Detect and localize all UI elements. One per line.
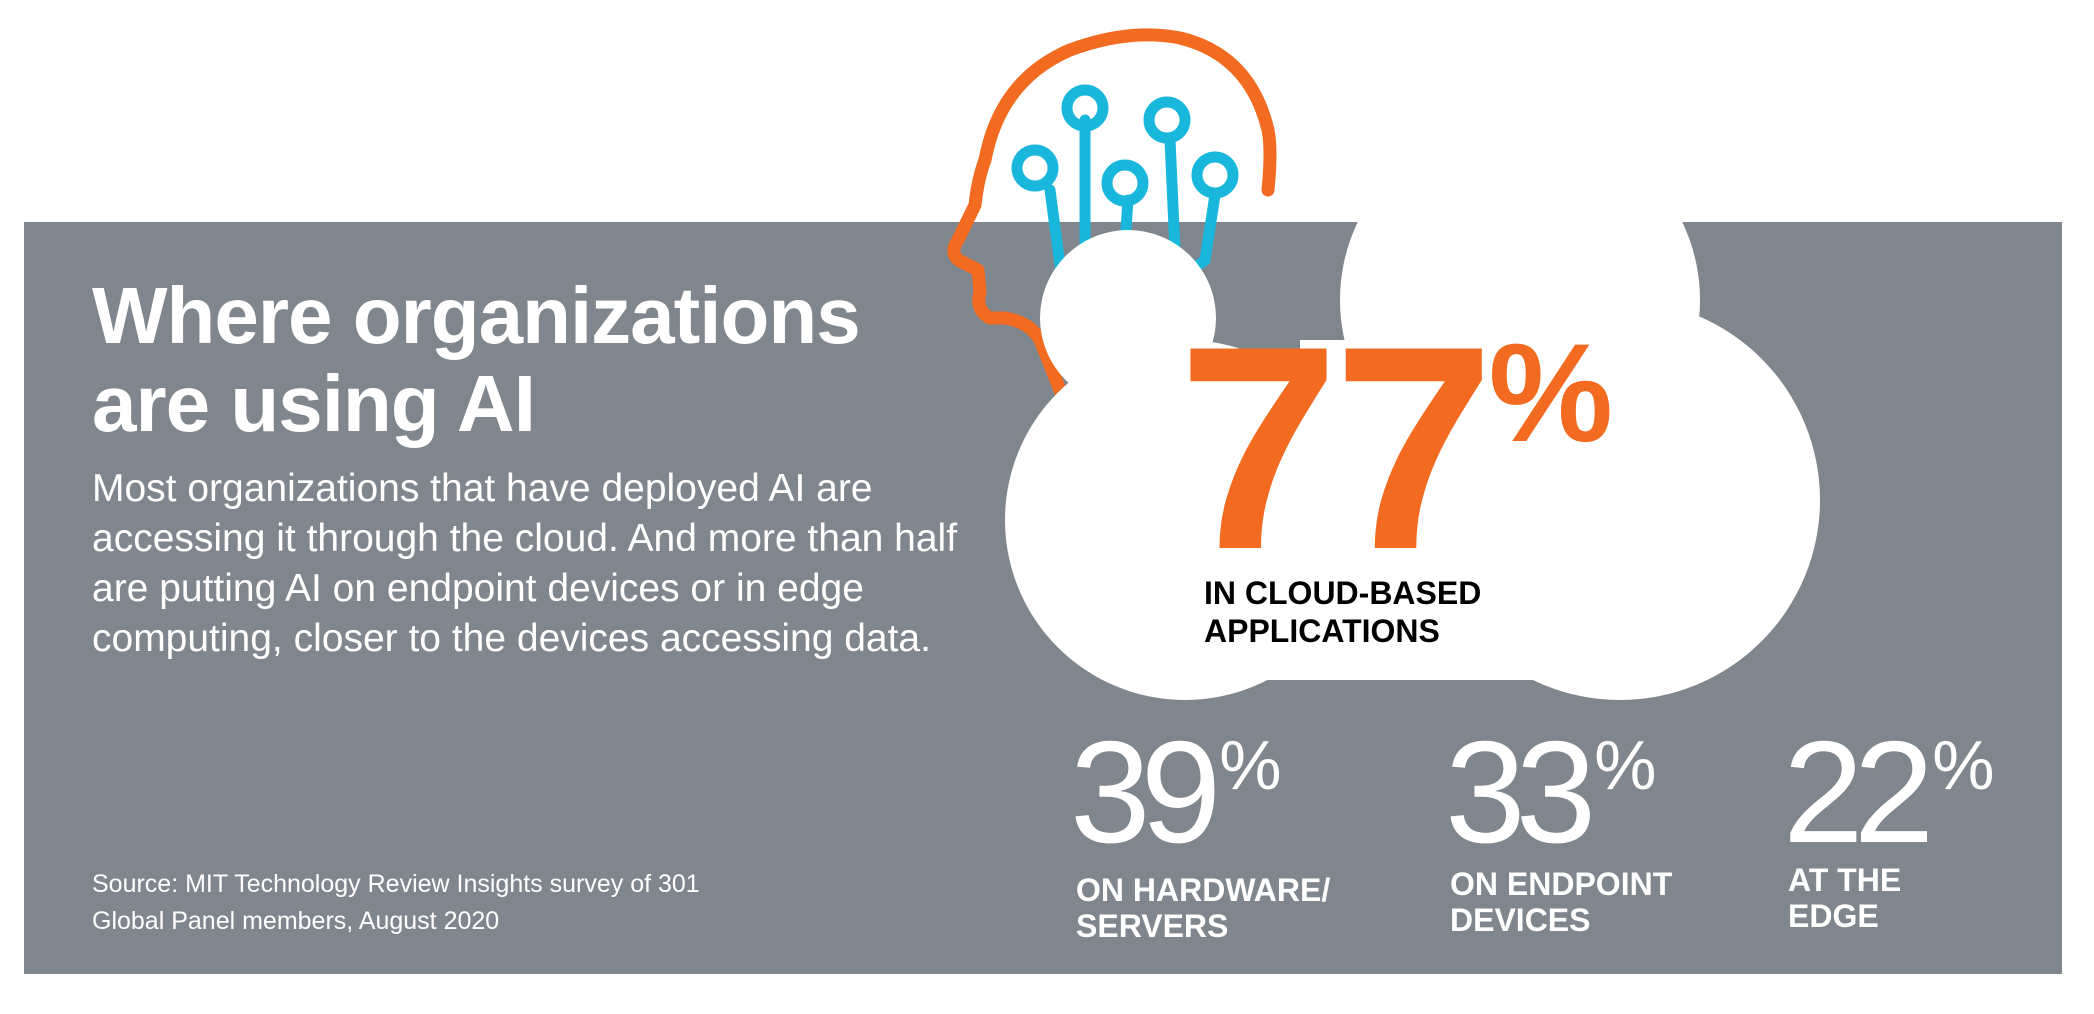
endpoint-stat-value: 33 — [1445, 711, 1596, 873]
page-title: Where organizations are using AI — [92, 271, 861, 448]
edge-stat-value: 22 — [1783, 711, 1934, 873]
hardware-stat-label: ON HARDWARE/ SERVERS — [1076, 872, 1331, 944]
edge-stat-label: AT THE EDGE — [1788, 862, 1902, 934]
cloud-stat: 77% — [1178, 303, 1613, 593]
description-text: Most organizations that have deployed AI… — [92, 467, 958, 660]
hardware-stat-unit: % — [1219, 726, 1282, 804]
edge-stat-unit: % — [1932, 726, 1995, 804]
endpoint-stat-unit: % — [1594, 726, 1657, 804]
hardware-stat: 39% — [1070, 720, 1282, 865]
cloud-stat-label: IN CLOUD-BASED APPLICATIONS — [1204, 575, 1482, 649]
hardware-stat-value: 39 — [1070, 711, 1221, 873]
endpoint-stat-label: ON ENDPOINT DEVICES — [1450, 866, 1673, 938]
source-note: Source: MIT Technology Review Insights s… — [92, 870, 700, 935]
endpoint-stat: 33% — [1445, 720, 1657, 865]
edge-stat: 22% — [1783, 720, 1995, 865]
cloud-stat-unit: % — [1488, 314, 1614, 471]
cloud-stat-value: 77 — [1178, 286, 1495, 610]
